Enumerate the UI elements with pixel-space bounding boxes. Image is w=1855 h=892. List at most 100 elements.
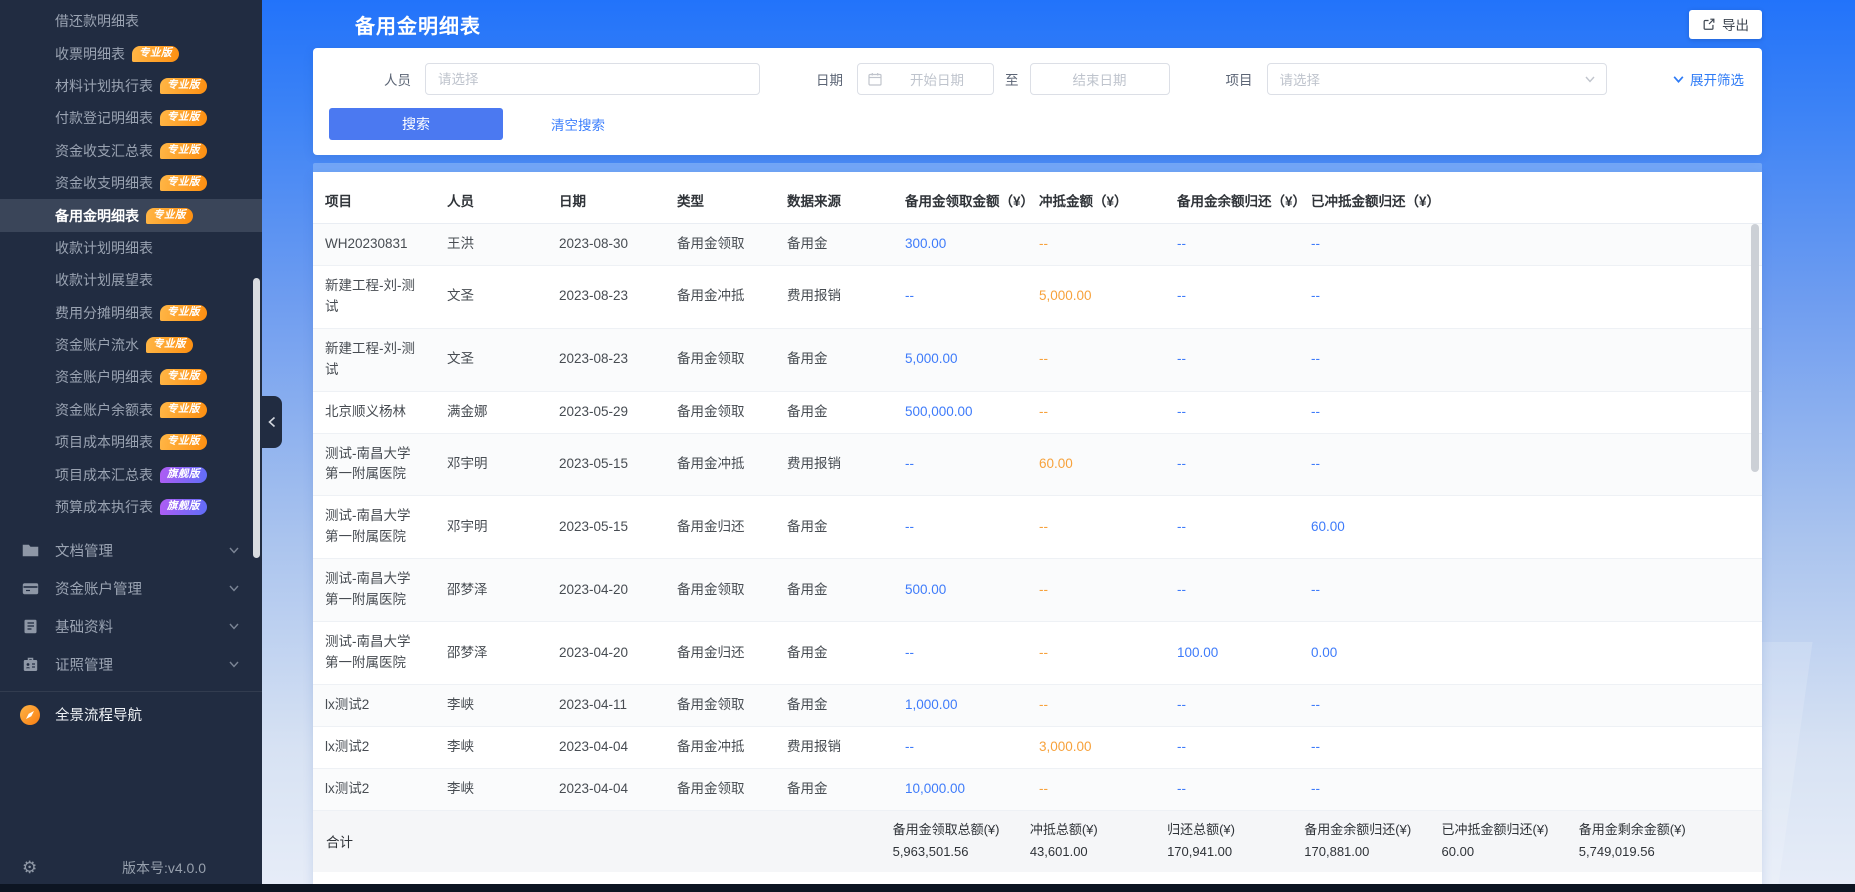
cell-balance-return: -- (1165, 265, 1299, 329)
cell-date: 2023-04-04 (547, 726, 665, 769)
sidebar-item-report[interactable]: 预算成本执行表 旗舰版 (0, 491, 262, 523)
edition-badge: 专业版 (146, 207, 193, 224)
cell-withdraw-amount: -- (893, 726, 1027, 769)
edition-badge: 专业版 (160, 175, 207, 192)
edition-badge: 专业版 (160, 401, 207, 418)
sidebar-item-report[interactable]: 资金账户余额表 专业版 (0, 394, 262, 426)
cell-person: 李峡 (435, 684, 547, 727)
cell-balance-return: -- (1165, 684, 1299, 727)
person-input[interactable] (425, 63, 760, 95)
cell-project: 新建工程-刘-测试 (313, 265, 435, 329)
app-window: 借还款明细表 收票明细表 专业版 材料计划执行表 专业版 付款登记明细表 专业版 (0, 0, 1855, 892)
chevron-down-icon (1673, 75, 1684, 83)
column-header-type: 类型 (665, 172, 775, 224)
cell-person: 邵梦泽 (435, 558, 547, 623)
sidebar-collapse-handle[interactable] (262, 396, 282, 448)
edition-badge: 专业版 (160, 142, 207, 159)
summary-item-value: 60.00 (1441, 844, 1475, 860)
sidebar-scrollbar-thumb[interactable] (253, 278, 260, 558)
sidebar-item-label: 付款登记明细表 (55, 110, 153, 127)
expand-filters-link[interactable]: 展开筛选 (1672, 69, 1744, 89)
cell-spacer (1433, 433, 1762, 497)
cell-withdraw-amount: -- (893, 495, 1027, 560)
project-select[interactable]: 请选择 (1266, 63, 1607, 95)
sidebar-item-report[interactable]: 材料计划执行表 专业版 (0, 70, 262, 102)
table-scrollbar-thumb[interactable] (1751, 224, 1759, 472)
sidebar-item-report[interactable]: 项目成本明细表 专业版 (0, 426, 262, 458)
sidebar-item-report[interactable]: 资金收支汇总表 专业版 (0, 135, 262, 167)
clear-search-link[interactable]: 清空搜索 (551, 114, 605, 134)
sidebar-item-license-management[interactable]: 证照管理 (0, 645, 262, 683)
cell-spacer (1433, 684, 1762, 727)
export-button[interactable]: 导出 (1689, 9, 1762, 39)
sidebar-item-report[interactable]: 收款计划明细表 (0, 232, 262, 264)
search-button[interactable]: 搜索 (329, 108, 503, 140)
summary-item: 归还总额(¥) 170,941.00 (1167, 819, 1304, 865)
cell-balance-return: -- (1165, 726, 1299, 769)
cell-withdraw-amount: 500.00 (893, 558, 1027, 623)
cell-balance-return: -- (1165, 223, 1299, 266)
page-header: 备用金明细表 导出 (313, 0, 1762, 48)
cell-withdraw-amount: 5,000.00 (893, 328, 1027, 392)
sidebar-item-report[interactable]: 付款登记明细表 专业版 (0, 102, 262, 134)
table-row: 测试-南昌大学第一附属医院 邵梦泽 2023-04-20 备用金归还 备用金 -… (313, 621, 1762, 685)
cell-source: 备用金 (775, 495, 893, 560)
column-header-withdraw-amount: 备用金领取金额（¥） (893, 172, 1027, 224)
cell-project: 测试-南昌大学第一附属医院 (313, 558, 435, 623)
sidebar-item-report[interactable]: 收款计划展望表 (0, 264, 262, 296)
cell-date: 2023-08-23 (547, 265, 665, 329)
sidebar-item-report[interactable]: 资金账户明细表 专业版 (0, 361, 262, 393)
cell-spacer (1433, 495, 1762, 560)
summary-item: 已冲抵金额归还(¥) 60.00 (1442, 819, 1579, 865)
cell-spacer (1433, 391, 1762, 434)
sidebar-item-report[interactable]: 备用金明细表 专业版 (0, 199, 262, 232)
project-label: 项目 (1225, 73, 1253, 88)
cell-date: 2023-05-15 (547, 495, 665, 560)
sidebar-item-fund-account-management[interactable]: 资金账户管理 (0, 569, 262, 607)
cell-spacer (1433, 621, 1762, 685)
column-header-offset-return: 已冲抵金额归还（¥） (1299, 172, 1433, 224)
cell-project: 北京顺义杨林 (313, 391, 435, 434)
sidebar-group-label: 证照管理 (55, 657, 113, 674)
table-row: WH20230831 王洪 2023-08-30 备用金领取 备用金 300.0… (313, 223, 1762, 266)
gear-icon[interactable]: ⚙ (22, 858, 37, 878)
sidebar-item-report[interactable]: 借还款明细表 (0, 5, 262, 37)
sidebar-item-basic-data[interactable]: 基础资料 (0, 607, 262, 645)
sidebar-item-panorama-navigation[interactable]: 全景流程导航 (0, 691, 262, 737)
cell-type: 备用金领取 (665, 328, 775, 392)
cell-source: 备用金 (775, 223, 893, 266)
column-header-person: 人员 (435, 172, 547, 224)
date-end-input[interactable]: 结束日期 (1029, 63, 1170, 95)
cell-offset-return: -- (1299, 391, 1433, 434)
sidebar-item-report[interactable]: 项目成本汇总表 旗舰版 (0, 458, 262, 490)
cell-type: 备用金领取 (665, 558, 775, 623)
cell-source: 费用报销 (775, 265, 893, 329)
sidebar-item-document-management[interactable]: 文档管理 (0, 531, 262, 569)
cell-person: 文圣 (435, 265, 547, 329)
sidebar-item-report[interactable]: 资金账户流水 专业版 (0, 329, 262, 361)
cell-person: 满金娜 (435, 391, 547, 434)
date-range-separator: 至 (1005, 73, 1019, 88)
cell-spacer (1433, 558, 1762, 623)
column-header-offset-amount: 冲抵金额（¥） (1027, 172, 1165, 224)
cell-spacer (1433, 726, 1762, 769)
cell-withdraw-amount: -- (893, 621, 1027, 685)
cell-offset-amount: -- (1027, 223, 1165, 266)
cell-date: 2023-04-20 (547, 558, 665, 623)
chevron-left-icon (268, 416, 276, 428)
cell-date: 2023-08-23 (547, 328, 665, 392)
date-start-input[interactable]: 开始日期 (857, 63, 994, 95)
sidebar-item-report[interactable]: 资金收支明细表 专业版 (0, 167, 262, 199)
sidebar-item-label: 费用分摊明细表 (55, 304, 153, 321)
cell-offset-return: -- (1299, 223, 1433, 266)
cell-balance-return: -- (1165, 328, 1299, 392)
sidebar-item-report[interactable]: 收票明细表 专业版 (0, 37, 262, 69)
cell-source: 备用金 (775, 558, 893, 623)
sidebar-report-menu: 借还款明细表 收票明细表 专业版 材料计划执行表 专业版 付款登记明细表 专业版 (0, 0, 262, 523)
sidebar-item-report[interactable]: 费用分摊明细表 专业版 (0, 297, 262, 329)
summary-label: 合计 (326, 835, 353, 851)
cell-offset-return: -- (1299, 684, 1433, 727)
summary-item-label: 已冲抵金额归还(¥) (1441, 821, 1549, 837)
nav-bottom-label: 全景流程导航 (55, 708, 142, 725)
cell-offset-return: 60.00 (1299, 495, 1433, 560)
